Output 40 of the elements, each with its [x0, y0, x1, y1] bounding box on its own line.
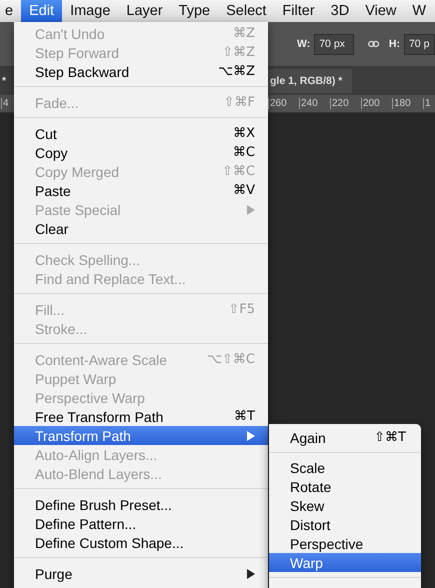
menu-bar-item[interactable]: e — [0, 0, 22, 22]
menu-item[interactable]: Skew — [269, 496, 421, 515]
width-label: W: — [297, 38, 310, 50]
menu-item[interactable]: Scale — [269, 458, 421, 477]
width-field[interactable]: 70 px — [314, 34, 354, 54]
menu-bar-item[interactable]: Layer — [118, 0, 171, 22]
menu-item[interactable]: Rotate — [269, 477, 421, 496]
menu-item[interactable]: Again ⇧⌘T — [269, 428, 421, 447]
menu-item[interactable]: Define Custom Shape... — [14, 533, 268, 552]
menu-bar-item[interactable]: Select — [218, 0, 274, 22]
menu-item[interactable]: Paste ⌘V — [14, 181, 268, 200]
menu-bar-item[interactable]: Edit — [21, 0, 62, 22]
ruler-label: 1 — [423, 98, 435, 109]
menu-item[interactable]: Clear — [14, 219, 268, 238]
height-label: H: — [388, 38, 400, 50]
ruler-label: 240 — [299, 98, 330, 109]
menu-bar-item[interactable]: View — [357, 0, 404, 22]
menu-item[interactable]: Copy ⌘C — [14, 143, 268, 162]
link-icon[interactable] — [368, 39, 379, 49]
menu-item[interactable]: Define Pattern... — [14, 514, 268, 533]
menu-item[interactable]: Purge — [14, 564, 268, 583]
menu-bar-item[interactable]: Type — [170, 0, 218, 22]
ruler-label: 220 — [330, 98, 361, 109]
ruler-label: 4 — [1, 98, 9, 109]
menu-bar-item[interactable]: Filter — [274, 0, 323, 22]
ruler-label: 200 — [361, 98, 392, 109]
menu-item[interactable]: Step Backward ⌥⌘Z — [14, 62, 268, 81]
height-field[interactable]: 70 p — [404, 34, 435, 54]
menu-bar-item[interactable]: 3D — [322, 0, 358, 22]
menu-item[interactable]: Free Transform Path ⌘T — [14, 407, 268, 426]
menu-bar-item[interactable]: W — [404, 0, 434, 22]
ruler-label: 180 — [392, 98, 423, 109]
menu-item[interactable]: Transform Path — [14, 426, 268, 445]
menu-item[interactable]: Warp — [269, 553, 421, 572]
menu-item[interactable]: Cut ⌘X — [14, 124, 268, 143]
menu-item[interactable]: Define Brush Preset... — [14, 495, 268, 514]
menu-bar-item[interactable]: Image — [62, 0, 118, 22]
menu-item[interactable]: Perspective — [269, 534, 421, 553]
document-tab[interactable]: gle 1, RGB/8) * — [268, 69, 352, 93]
menu-item[interactable]: Distort — [269, 515, 421, 534]
